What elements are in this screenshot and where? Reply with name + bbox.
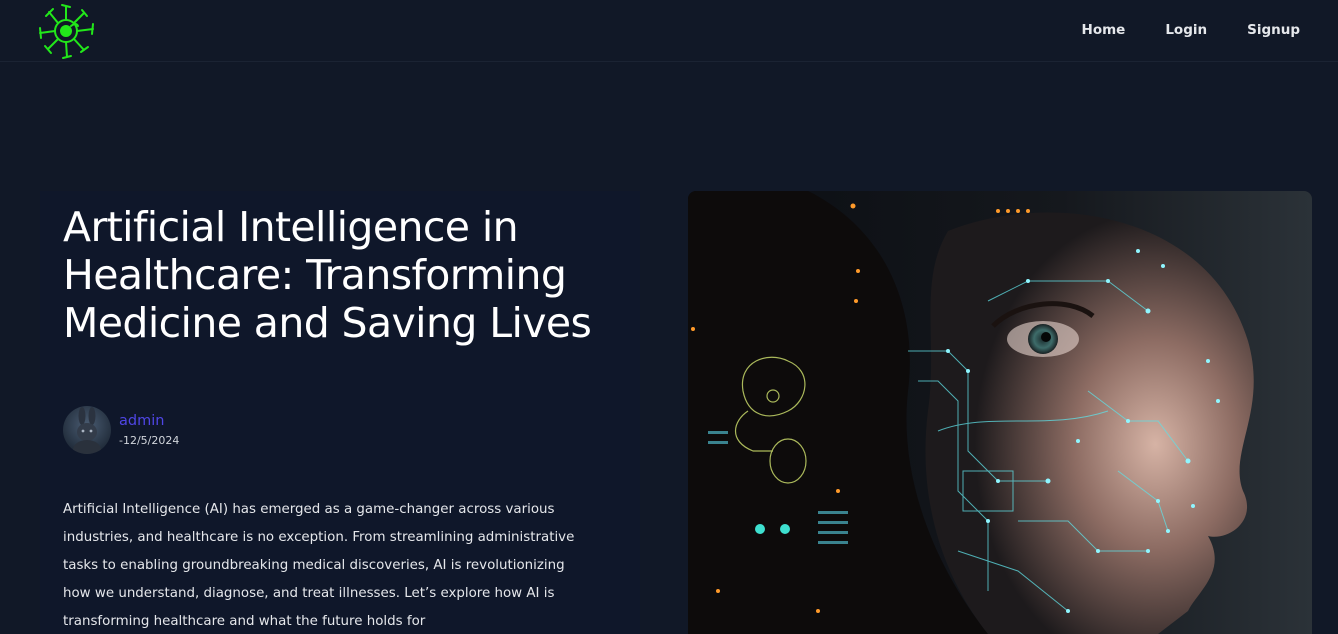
article-title: Artificial Intelligence in Healthcare: T… xyxy=(63,203,592,347)
article-intro: Artificial Intelligence (AI) has emerged… xyxy=(63,502,575,629)
nav-signup-link[interactable]: Signup xyxy=(1247,22,1300,38)
nav-home-link[interactable]: Home xyxy=(1082,22,1126,38)
nav-login-link[interactable]: Login xyxy=(1165,22,1207,38)
virus-logo-icon[interactable] xyxy=(36,2,98,60)
nav-links: Home Login Signup xyxy=(1042,22,1300,38)
post-date: -12/5/2024 xyxy=(119,434,180,447)
bunny-avatar[interactable] xyxy=(63,406,111,454)
author-block: admin -12/5/2024 xyxy=(63,406,179,454)
author-name[interactable]: admin xyxy=(119,411,179,431)
author-meta: admin -12/5/2024 xyxy=(119,411,179,449)
ai-face-image xyxy=(688,191,1312,634)
navbar: Home Login Signup xyxy=(0,0,1338,62)
